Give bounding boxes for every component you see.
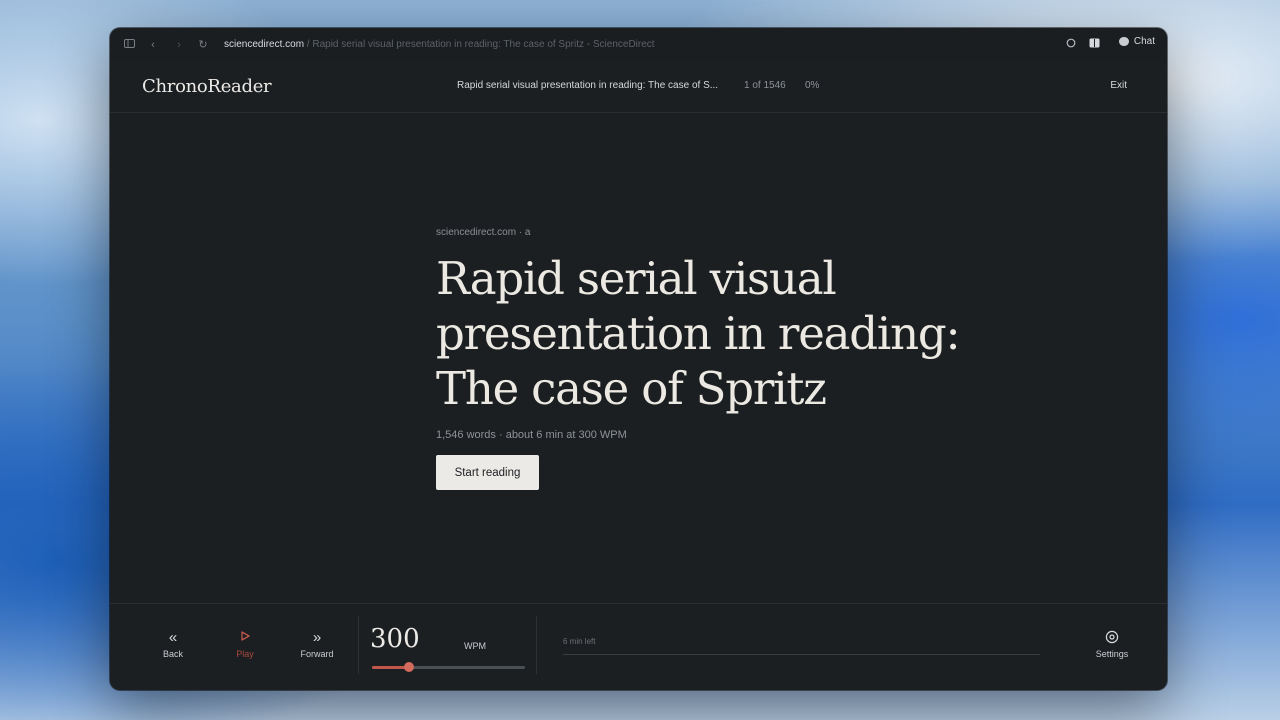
time-left: 6 min left	[563, 637, 596, 646]
extension-icon[interactable]	[1064, 38, 1078, 52]
browser-window: ‹ › ↻ sciencedirect.com / Rapid serial v…	[110, 28, 1167, 690]
article-title: Rapid serial visual presentation in read…	[436, 252, 961, 415]
play-label: Play	[236, 649, 254, 659]
chat-bubble-icon	[1118, 37, 1129, 46]
controls-divider	[536, 616, 537, 674]
app-logo[interactable]: ChronoReader	[142, 76, 272, 97]
progress-percent: 0%	[805, 80, 820, 91]
back-nav-icon[interactable]: ‹	[146, 38, 160, 52]
play-control[interactable]: Play	[215, 630, 275, 659]
url-path: / Rapid serial visual presentation in re…	[304, 39, 655, 50]
settings-button[interactable]: Settings	[1087, 630, 1137, 659]
word-position: 1 of 1546	[744, 80, 786, 91]
sidebar-toggle-icon[interactable]	[122, 38, 136, 52]
forward-label: Forward	[300, 649, 334, 659]
back-control[interactable]: « Back	[143, 629, 203, 660]
forward-nav-icon[interactable]: ›	[172, 38, 186, 52]
app-header: ChronoReader Rapid serial visual present…	[110, 62, 1167, 113]
chat-button[interactable]: Chat	[1118, 36, 1155, 47]
document-title: Rapid serial visual presentation in read…	[457, 80, 719, 91]
chat-label: Chat	[1133, 36, 1155, 47]
settings-label: Settings	[1095, 649, 1129, 659]
wpm-slider-thumb[interactable]	[403, 662, 414, 672]
wpm-unit: WPM	[464, 641, 486, 651]
wpm-slider[interactable]	[372, 662, 525, 672]
address-bar[interactable]: sciencedirect.com / Rapid serial visual …	[224, 39, 655, 50]
reading-progress-bar[interactable]	[563, 654, 1040, 655]
back-label: Back	[162, 649, 183, 659]
controls-divider	[358, 616, 359, 674]
gear-icon	[1087, 630, 1137, 646]
play-icon	[215, 630, 275, 646]
playback-controls: « Back Play » Forward 300 WPM 6 min left	[110, 603, 1167, 690]
forward-control[interactable]: » Forward	[287, 629, 347, 660]
wpm-value: 300	[370, 624, 420, 654]
url-host: sciencedirect.com	[224, 39, 305, 50]
reload-icon[interactable]: ↻	[196, 38, 210, 52]
reader-main: sciencedirect.com · a Rapid serial visua…	[110, 113, 1167, 688]
double-chevron-right-icon: »	[312, 629, 322, 646]
browser-toolbar: ‹ › ↻ sciencedirect.com / Rapid serial v…	[110, 28, 1167, 62]
exit-button[interactable]: Exit	[1110, 80, 1127, 91]
start-reading-button[interactable]: Start reading	[436, 455, 539, 490]
double-chevron-left-icon: «	[168, 629, 178, 646]
reader-mode-icon[interactable]	[1087, 38, 1101, 52]
article-meta: 1,546 words · about 6 min at 300 WPM	[436, 429, 627, 441]
article-source: sciencedirect.com · a	[436, 227, 531, 238]
